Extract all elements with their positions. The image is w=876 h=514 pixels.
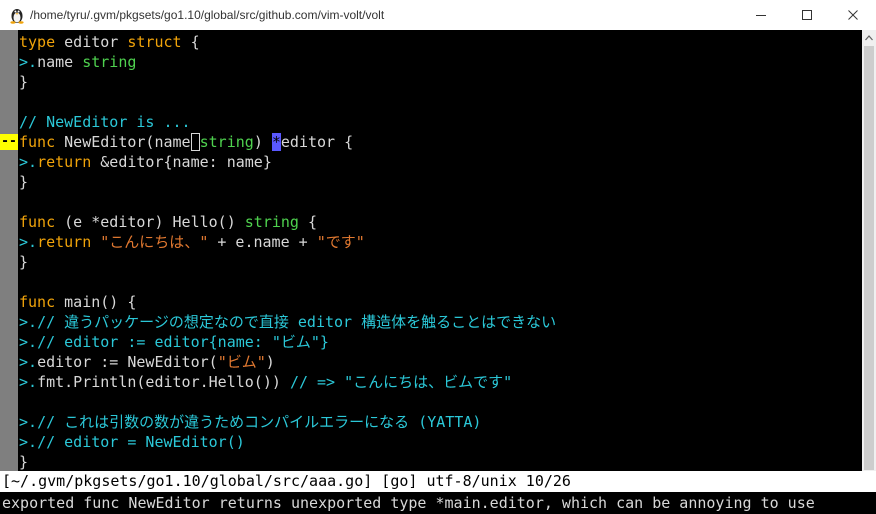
identifier: editor { [280,133,354,151]
listchars-tab: >. [19,353,38,371]
identifier: editor := NewEditor( [37,353,218,371]
code-line[interactable]: >.name string [0,52,862,72]
code-line[interactable] [0,272,862,292]
code-line[interactable]: } [0,72,862,92]
code-line[interactable]: >.// これは引数の数が違うためコンパイルエラーになる (YATTA) [0,412,862,432]
code-line[interactable]: func main() { [0,292,862,312]
keyword: return [37,233,101,251]
close-icon [848,10,858,20]
identifier: &editor{name: name} [100,153,272,171]
identifier: main() { [64,293,137,311]
keyword: type [19,33,65,51]
identifier: { [298,213,318,231]
identifier: NewEditor(name [64,133,191,151]
code-line[interactable] [0,92,862,112]
listchars-tab: >. [19,313,38,331]
minimize-button[interactable] [738,0,784,30]
identifier: fmt.Println(editor.Hello()) [37,373,290,391]
comment: // NewEditor is ... [19,113,191,131]
code-line[interactable] [0,392,862,412]
identifier: ) [265,353,275,371]
listchars-tab: >. [19,373,38,391]
string-literal: "です" [316,233,365,251]
code-line[interactable]: } [0,452,862,472]
code-line[interactable]: >.// editor = NewEditor() [0,432,862,452]
listchars-tab: >. [19,413,38,431]
editor-buffer[interactable]: type editor struct {>.name string}// New… [0,30,876,471]
minimize-icon [756,15,766,16]
listchars-tab: >. [19,153,38,171]
comment: // => "こんにちは、ビムです" [289,373,513,391]
code-line[interactable]: type editor struct { [0,32,862,52]
keyword: return [37,153,101,171]
identifier: } [19,453,29,471]
code-line[interactable]: >.return "こんにちは、" + e.name + "です" [0,232,862,252]
string-literal: "ビム" [217,353,266,371]
listchars-tab: >. [19,233,38,251]
listchars-tab: >. [19,333,38,351]
comment: // editor := editor{name: "ビム"} [37,333,329,351]
code-line[interactable]: >.editor := NewEditor("ビム") [0,352,862,372]
comment: // editor = NewEditor() [37,433,245,451]
lint-sign: -- [0,134,18,150]
identifier: } [19,253,29,271]
code-line[interactable]: } [0,252,862,272]
identifier: + e.name + [208,233,317,251]
close-button[interactable] [830,0,876,30]
comment: // 違うパッケージの想定なので直接 editor 構造体を触ることはできない [37,313,557,331]
keyword: func [19,133,65,151]
comment: // これは引数の数が違うためコンパイルエラーになる (YATTA) [37,413,482,431]
code-line[interactable]: >.// 違うパッケージの想定なので直接 editor 構造体を触ることはできな… [0,312,862,332]
keyword: func [19,293,65,311]
code-line[interactable]: func (e *editor) Hello() string { [0,212,862,232]
code-line[interactable]: >.return &editor{name: name} [0,152,862,172]
maximize-icon [802,10,812,20]
code-line[interactable]: >.// editor := editor{name: "ビム"} [0,332,862,352]
scroll-up-icon[interactable] [862,30,876,44]
code-line[interactable]: -- func NewEditor(name string) *editor { [0,132,862,152]
maximize-button[interactable] [784,0,830,30]
code-line[interactable]: // NewEditor is ... [0,112,862,132]
code-line[interactable]: >.fmt.Println(editor.Hello()) // => "こんに… [0,372,862,392]
listchars-tab: >. [19,53,38,71]
window-title: /home/tyru/.gvm/pkgsets/go1.10/global/sr… [30,8,385,22]
status-line: [~/.gvm/pkgsets/go1.10/global/src/aaa.go… [0,471,876,492]
identifier [190,133,200,151]
identifier: * [271,133,281,151]
type-name: string [199,133,254,151]
identifier: ) [253,133,272,151]
code-line[interactable]: } [0,172,862,192]
keyword: func [19,213,65,231]
type-name: string [82,53,137,71]
identifier: } [19,173,29,191]
string-literal: "こんにちは、" [100,233,209,251]
message-line[interactable]: exported func NewEditor returns unexport… [0,492,876,514]
identifier: } [19,73,29,91]
vertical-scrollbar[interactable] [862,30,876,471]
identifier: { [181,33,200,51]
code-line[interactable] [0,192,862,212]
identifier: editor [64,33,128,51]
keyword: struct [127,33,182,51]
identifier: (e *editor) Hello() [64,213,245,231]
listchars-tab: >. [19,433,38,451]
type-name: string [244,213,299,231]
title-bar: /home/tyru/.gvm/pkgsets/go1.10/global/sr… [0,0,876,31]
code-lines[interactable]: type editor struct {>.name string}// New… [0,32,862,472]
identifier: name [37,53,83,71]
tux-icon[interactable] [8,6,26,24]
scrollbar-thumb[interactable] [864,46,874,470]
